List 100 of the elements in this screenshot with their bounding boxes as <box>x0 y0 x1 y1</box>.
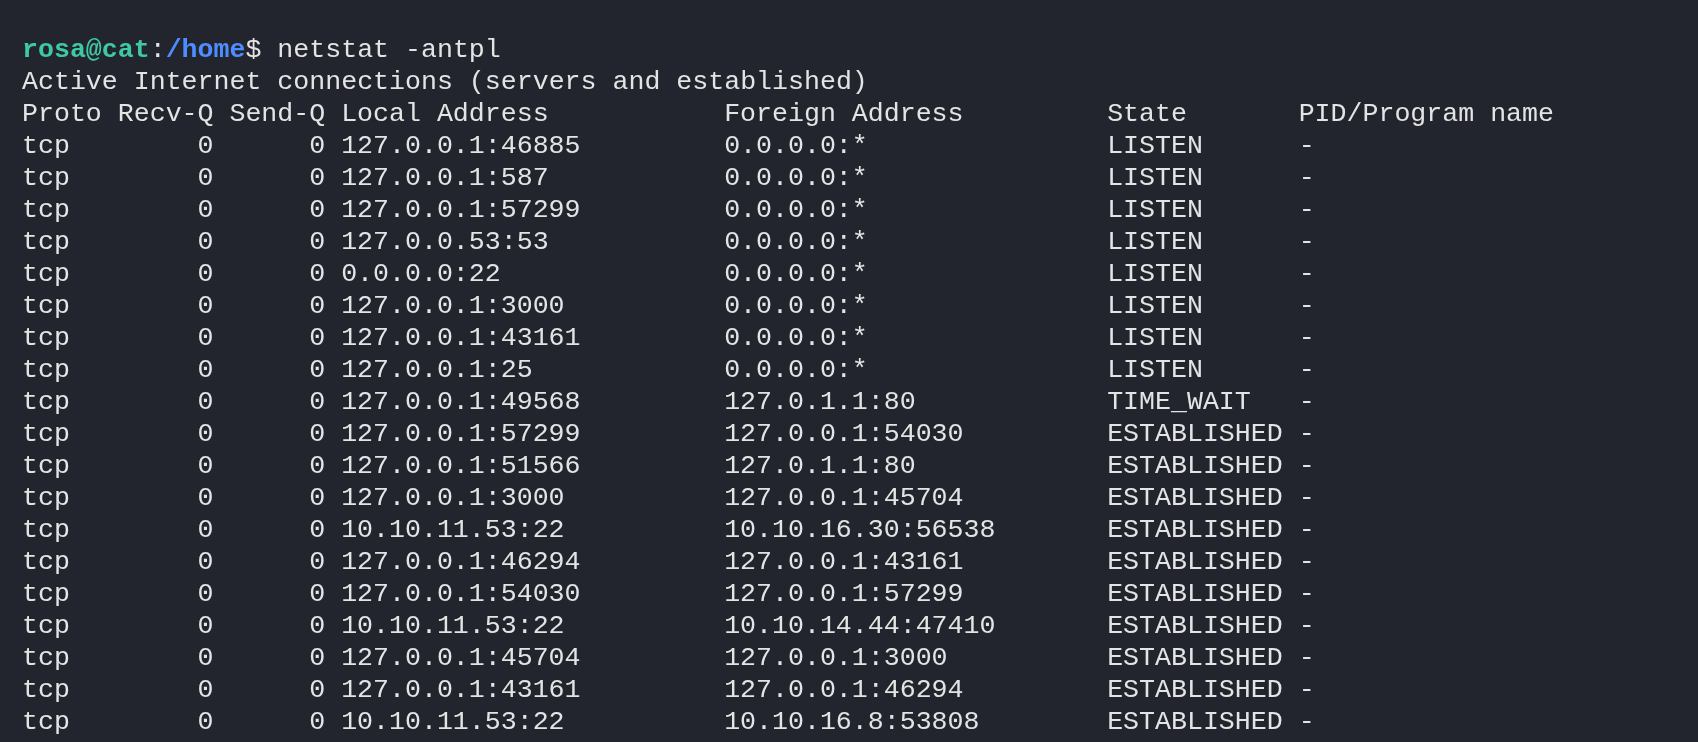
table-cell-text: 127.0.0.1:46294 <box>724 674 965 706</box>
table-cell-text: 0 <box>308 418 326 450</box>
table-cell: - <box>1298 354 1315 386</box>
table-cell-text: 0 <box>196 482 214 514</box>
table-cell-text: 127.0.1.1:80 <box>724 386 917 418</box>
table-cell: - <box>1298 418 1315 450</box>
table-cell-text: 0.0.0.0:* <box>724 130 869 162</box>
column-header: Proto <box>22 98 103 130</box>
table-cell: - <box>1298 258 1315 290</box>
table-cell-text: 0 <box>196 418 214 450</box>
table-cell-text: tcp <box>22 674 71 706</box>
column-header: PID/Program name <box>1298 98 1554 130</box>
table-cell-text: 0 <box>196 258 214 290</box>
table-cell-text: 127.0.0.1:25 <box>341 354 534 386</box>
table-cell: - <box>1298 610 1315 642</box>
table-cell-text: 127.0.0.1:57299 <box>724 578 965 610</box>
prompt-symbol: $ <box>245 34 262 66</box>
table-cell-text: 0 <box>308 194 326 226</box>
column-header: Local Address <box>341 98 550 130</box>
table-cell-text: 0 <box>308 450 326 482</box>
table-cell-text: ESTABLISHED <box>1107 642 1284 674</box>
column-header: State <box>1107 98 1188 130</box>
output-heading: Active Internet connections (servers and established) <box>22 66 868 98</box>
table-cell-text: 10.10.14.44:47410 <box>724 610 997 642</box>
table-cell-text: 0.0.0.0:* <box>724 162 869 194</box>
table-cell-text: 0.0.0.0:* <box>724 194 869 226</box>
table-cell-text: 0.0.0.0:* <box>724 322 869 354</box>
table-cell-text: 10.10.11.53:22 <box>341 706 566 738</box>
table-cell-text: 0 <box>308 642 326 674</box>
table-cell-text: 0 <box>196 578 214 610</box>
table-cell-text: ESTABLISHED <box>1107 482 1284 514</box>
table-cell: - <box>1298 386 1315 418</box>
table-cell: - <box>1298 642 1315 674</box>
table-cell-text: 0 <box>196 546 214 578</box>
table-cell-text: 0 <box>308 578 326 610</box>
table-cell-text: LISTEN <box>1107 194 1204 226</box>
table-cell-text: tcp <box>22 642 71 674</box>
table-cell-text: 0 <box>196 162 214 194</box>
table-cell-text: 0 <box>196 642 214 674</box>
table-cell-text: 127.0.0.1:54030 <box>724 418 965 450</box>
table-cell-text: 127.0.0.1:51566 <box>341 450 582 482</box>
table-cell-text: 0.0.0.0:* <box>724 290 869 322</box>
table-cell-text: tcp <box>22 482 71 514</box>
column-header: Recv-Q <box>117 98 214 130</box>
table-cell-text: 0 <box>308 258 326 290</box>
table-cell-text: 0.0.0.0:* <box>724 226 869 258</box>
table-cell-text: 127.0.0.1:3000 <box>341 482 566 514</box>
table-cell: - <box>1298 130 1315 162</box>
table-cell: - <box>1298 194 1315 226</box>
table-cell-text: 0 <box>308 610 326 642</box>
table-cell-text: 0.0.0.0:* <box>724 354 869 386</box>
table-cell-text: ESTABLISHED <box>1107 610 1284 642</box>
table-cell-text: tcp <box>22 610 71 642</box>
table-cell-text: TIME_WAIT <box>1107 386 1252 418</box>
table-cell-text: 127.0.0.1:587 <box>341 162 550 194</box>
table-cell-text: ESTABLISHED <box>1107 578 1284 610</box>
table-cell-text: 0 <box>196 194 214 226</box>
prompt-separator: : <box>149 34 166 66</box>
table-cell: - <box>1298 450 1315 482</box>
table-cell-text: tcp <box>22 546 71 578</box>
table-cell: - <box>1298 674 1315 706</box>
column-header: Foreign Address <box>724 98 965 130</box>
table-cell-text: ESTABLISHED <box>1107 450 1284 482</box>
command-text: netstat -antpl <box>277 34 501 66</box>
table-cell-text: 127.0.0.1:3000 <box>341 290 566 322</box>
table-cell-text: tcp <box>22 322 71 354</box>
table-cell-text: 0 <box>196 290 214 322</box>
table-cell-text: 0 <box>308 514 326 546</box>
table-cell-text: 0 <box>196 386 214 418</box>
table-cell-text: 0 <box>308 290 326 322</box>
table-cell-text: 0 <box>196 130 214 162</box>
table-cell-text: tcp <box>22 514 71 546</box>
table-cell-text: 127.0.0.1:45704 <box>341 642 582 674</box>
table-cell-text: 0 <box>196 674 214 706</box>
table-cell-text: LISTEN <box>1107 290 1204 322</box>
table-cell-text: 127.0.0.1:43161 <box>341 674 582 706</box>
table-cell: - <box>1298 290 1315 322</box>
table-cell-text: 0 <box>308 482 326 514</box>
table-cell-text: 127.0.0.1:49568 <box>341 386 582 418</box>
table-cell: - <box>1298 162 1315 194</box>
table-cell-text: 0 <box>308 354 326 386</box>
table-cell-text: 0.0.0.0:* <box>724 258 869 290</box>
table-cell-text: 0 <box>308 162 326 194</box>
table-cell-text: 0 <box>308 546 326 578</box>
table-cell-text: 10.10.16.8:53808 <box>724 706 981 738</box>
table-cell-text: ESTABLISHED <box>1107 418 1284 450</box>
table-cell-text: tcp <box>22 418 71 450</box>
table-cell-text: 0 <box>196 706 214 738</box>
table-cell-text: tcp <box>22 194 71 226</box>
column-header: Send-Q <box>229 98 326 130</box>
table-cell-text: 0 <box>308 322 326 354</box>
table-cell-text: 0 <box>196 450 214 482</box>
table-cell-text: 0 <box>196 610 214 642</box>
table-cell-text: LISTEN <box>1107 130 1204 162</box>
table-cell-text: 0 <box>308 130 326 162</box>
prompt-user-host: rosa@cat <box>22 34 150 66</box>
table-cell-text: 127.0.0.1:3000 <box>724 642 949 674</box>
table-cell-text: tcp <box>22 354 71 386</box>
table-cell-text: 0 <box>308 386 326 418</box>
prompt-path: /home <box>165 34 246 66</box>
